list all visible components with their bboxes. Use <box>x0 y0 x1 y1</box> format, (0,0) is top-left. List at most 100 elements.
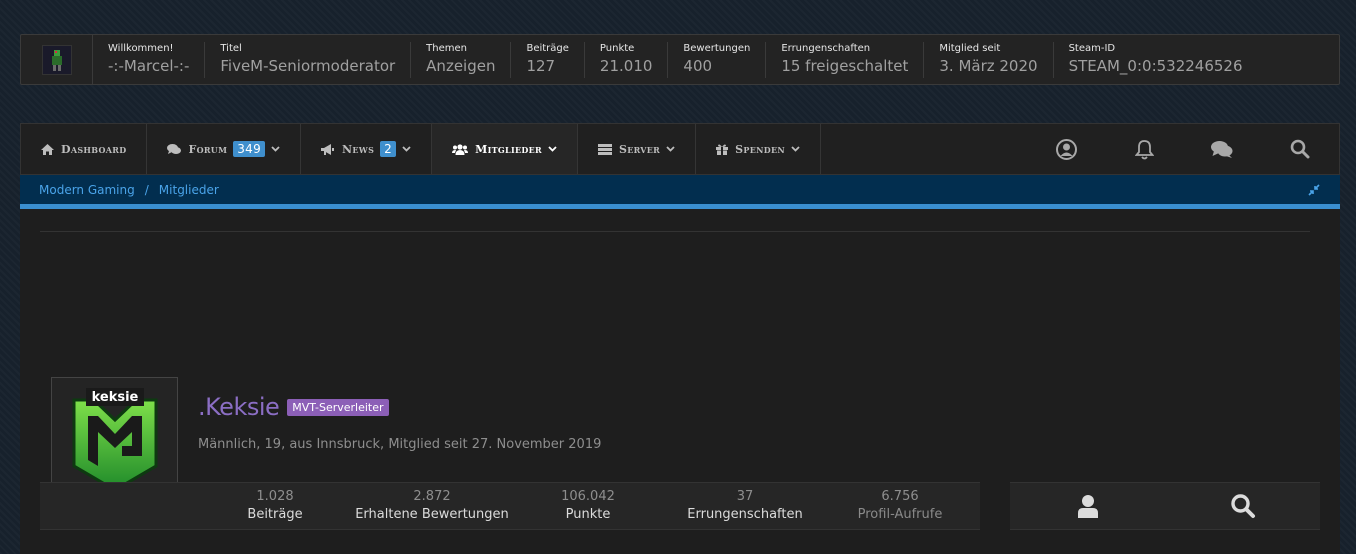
nav-user-actions <box>1027 124 1339 174</box>
collapse-button[interactable] <box>1308 183 1320 196</box>
nav-label: Server <box>618 142 661 156</box>
userbar-welcome[interactable]: Willkommen! -:-Marcel-:- <box>93 41 206 78</box>
userbar-label: Willkommen! <box>108 42 174 54</box>
stat-achievements[interactable]: 37 Errungenschaften <box>685 489 805 525</box>
comments-icon <box>1211 140 1233 158</box>
userbar-title: Titel FiveM-Seniormoderator <box>205 41 412 78</box>
userbar-label: Beiträge <box>526 42 569 54</box>
userbar-value: 15 freigeschaltet <box>781 56 909 75</box>
notifications-button[interactable] <box>1105 124 1183 174</box>
stat-label: Errungenschaften <box>687 507 803 522</box>
user-info-bar: Willkommen! -:-Marcel-:- Titel FiveM-Sen… <box>20 34 1340 85</box>
nav-dashboard[interactable]: Dashboard <box>21 124 148 174</box>
userbar-ratings: Bewertungen 400 <box>668 41 767 78</box>
rank-badge: MVT-Serverleiter <box>287 398 389 416</box>
divider <box>40 231 1310 232</box>
nav-donate[interactable]: Spenden <box>696 124 821 174</box>
userbar-value: FiveM-Seniormoderator <box>220 56 396 75</box>
profile-header: .Keksie MVT-Serverleiter <box>198 393 389 421</box>
nav-label: Dashboard <box>61 142 127 156</box>
compress-icon <box>1308 183 1320 196</box>
user-menu-button[interactable] <box>1027 124 1105 174</box>
users-icon <box>452 143 469 155</box>
userbar-steam-id: Steam-ID STEAM_0:0:532246526 <box>1054 42 1258 78</box>
news-count-badge: 2 <box>380 141 397 157</box>
conversations-button[interactable] <box>1183 124 1261 174</box>
gift-icon <box>716 144 729 155</box>
breadcrumb-item[interactable]: Mitglieder <box>159 183 219 197</box>
breadcrumb: Modern Gaming / Mitglieder <box>20 175 1340 204</box>
megaphone-icon <box>321 143 335 155</box>
comments-icon <box>167 143 182 154</box>
user-avatar-cell[interactable] <box>21 35 93 84</box>
userbar-label: Steam-ID <box>1068 42 1116 54</box>
search-content-button[interactable] <box>1165 483 1320 529</box>
stat-ratings: 2.872 Erhaltene Bewertungen <box>352 489 512 525</box>
main-nav: Dashboard Forum 349 News 2 Mitglieder Se… <box>20 123 1340 175</box>
avatar-logo-image: keksie <box>72 388 157 492</box>
stat-label: Beiträge <box>247 507 303 522</box>
userbar-label: Themen <box>426 42 468 54</box>
userbar-label: Errungenschaften <box>781 42 871 54</box>
bell-icon <box>1134 139 1154 159</box>
chevron-down-icon <box>548 146 557 152</box>
breadcrumb-item[interactable]: Modern Gaming <box>39 183 135 197</box>
stat-value: 37 <box>736 489 754 504</box>
home-icon <box>41 143 54 155</box>
avatar-logo-text: keksie <box>91 390 138 405</box>
main-content: keksie .Keksie MVT-Serverleiter Männlich… <box>20 209 1340 554</box>
nav-news[interactable]: News 2 <box>301 124 433 174</box>
userbar-value: 21.010 <box>599 56 653 75</box>
stat-label: Profil-Aufrufe <box>857 507 943 522</box>
userbar-value: STEAM_0:0:532246526 <box>1068 56 1243 75</box>
stat-value: 106.042 <box>561 489 615 504</box>
nav-members[interactable]: Mitglieder <box>432 124 578 174</box>
view-profile-button[interactable] <box>1010 483 1165 529</box>
stat-value: 6.756 <box>881 489 919 504</box>
userbar-value[interactable]: Anzeigen <box>426 55 495 77</box>
search-icon <box>1290 139 1310 159</box>
search-button[interactable] <box>1261 124 1339 174</box>
avatar[interactable] <box>41 44 72 75</box>
stat-points[interactable]: 106.042 Punkte <box>550 489 626 525</box>
user-icon <box>1077 495 1098 518</box>
profile-stats: 1.028 Beiträge 2.872 Erhaltene Bewertung… <box>40 482 980 530</box>
userbar-topics[interactable]: Themen Anzeigen <box>411 41 512 78</box>
chevron-down-icon <box>666 146 675 152</box>
userbar-label: Titel <box>220 42 242 54</box>
nav-server[interactable]: Server <box>578 124 697 174</box>
userbar-achievements: Errungenschaften 15 freigeschaltet <box>766 41 925 78</box>
stat-value: 1.028 <box>256 489 294 504</box>
forum-count-badge: 349 <box>233 141 266 157</box>
stat-label: Erhaltene Bewertungen <box>355 507 509 522</box>
chevron-down-icon <box>791 146 800 152</box>
profile-subtitle: Männlich, 19, aus Innsbruck, Mitglied se… <box>198 437 602 452</box>
profile-username: .Keksie <box>198 393 280 421</box>
stat-label: Punkte <box>565 507 611 522</box>
stat-posts[interactable]: 1.028 Beiträge <box>230 489 320 525</box>
stat-profile-views: 6.756 Profil-Aufrufe <box>850 489 950 525</box>
nav-label: Mitglieder <box>475 142 542 156</box>
profile-actions <box>1010 482 1320 530</box>
userbar-value[interactable]: -:-Marcel-:- <box>108 55 189 77</box>
userbar-value: 400 <box>683 56 713 75</box>
userbar-label: Mitglied seit <box>939 42 1001 54</box>
breadcrumb-separator: / <box>144 182 149 197</box>
userbar-value: 3. März 2020 <box>939 56 1038 75</box>
stat-value: 2.872 <box>413 489 451 504</box>
userbar-member-since: Mitglied seit 3. März 2020 <box>924 41 1054 78</box>
server-icon <box>597 143 612 155</box>
nav-label: News <box>342 142 375 156</box>
userbar-value: 127 <box>526 56 556 75</box>
chevron-down-icon <box>402 146 411 152</box>
user-circle-icon <box>1055 138 1077 160</box>
userbar-points: Punkte 21.010 <box>585 41 669 78</box>
userbar-label: Bewertungen <box>683 42 751 54</box>
chevron-down-icon <box>271 146 280 152</box>
nav-forum[interactable]: Forum 349 <box>147 124 302 174</box>
userbar-posts: Beiträge 127 <box>511 41 585 78</box>
nav-label: Forum <box>188 142 228 156</box>
userbar-label: Punkte <box>599 42 635 54</box>
search-icon <box>1230 494 1255 518</box>
nav-label: Spenden <box>735 142 785 156</box>
